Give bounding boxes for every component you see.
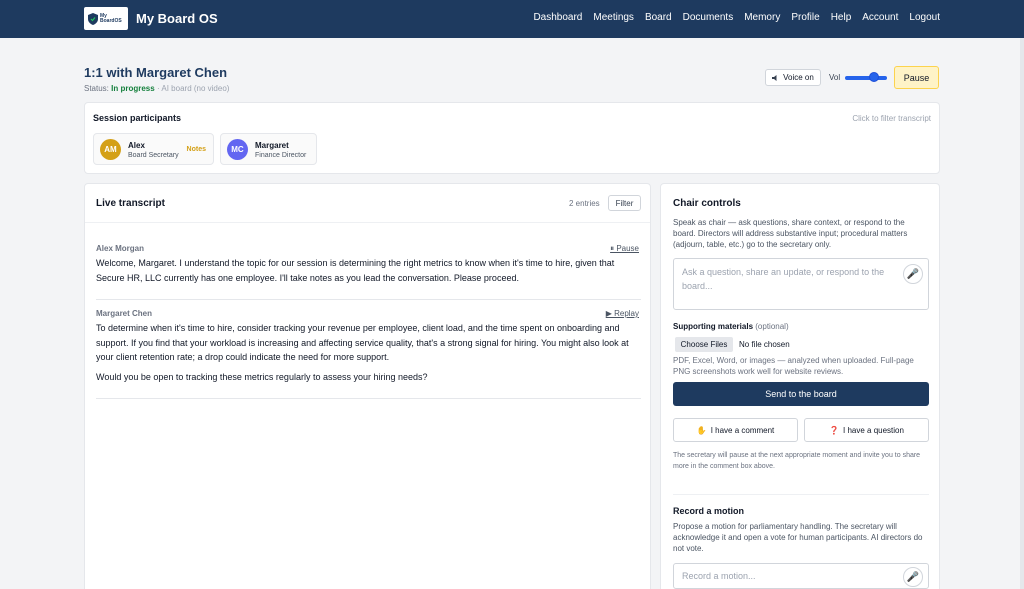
comment-label: I have a comment — [710, 425, 775, 435]
volume-slider-handle[interactable] — [869, 72, 879, 82]
nav-dashboard[interactable]: Dashboard — [533, 12, 582, 23]
nav-documents[interactable]: Documents — [683, 12, 734, 23]
filter-button[interactable]: Filter — [608, 195, 641, 211]
pause-button[interactable]: Pause — [894, 66, 939, 89]
nav-account[interactable]: Account — [862, 12, 898, 23]
divider — [673, 494, 929, 495]
logo-text-bottom: BoardOS — [100, 17, 122, 24]
motion-input[interactable]: Record a motion... 🎤 — [673, 563, 929, 589]
participant-chip-margaret[interactable]: MC Margaret Finance Director — [220, 133, 317, 165]
nav-logout[interactable]: Logout — [909, 12, 940, 23]
voice-label: Voice on — [783, 73, 814, 82]
chair-controls-panel: Chair controls Speak as chair — ask ques… — [660, 183, 940, 589]
materials-optional: (optional) — [755, 322, 789, 331]
materials-help: PDF, Excel, Word, or images — analyzed w… — [673, 356, 914, 376]
chair-description: Speak as chair — ask questions, share co… — [673, 218, 908, 249]
choose-files-button[interactable]: Choose Files — [675, 337, 733, 352]
shield-icon — [88, 12, 98, 25]
question-icon: ❓ — [829, 425, 840, 435]
motion-heading: Record a motion — [673, 506, 745, 516]
entry-pause-button[interactable]: ⏸ Pause — [610, 244, 639, 254]
participants-heading: Session participants — [93, 113, 182, 123]
status-label: Status: — [84, 84, 109, 93]
page-scrollbar[interactable] — [1020, 38, 1024, 589]
top-nav-bar: My BoardOS My Board OS Dashboard Meeting… — [0, 0, 1024, 38]
speaker-icon — [772, 74, 777, 81]
comment-button[interactable]: ✋ I have a comment — [673, 418, 798, 442]
motion-placeholder: Record a motion... — [682, 571, 756, 581]
nav-meetings[interactable]: Meetings — [593, 12, 634, 23]
app-logo[interactable]: My BoardOS — [84, 7, 128, 30]
participants-hint: Click to filter transcript — [852, 114, 931, 123]
participants-card: Session participants Click to filter tra… — [84, 102, 940, 174]
input-placeholder: Ask a question, share an update, or resp… — [682, 267, 885, 291]
volume-slider[interactable] — [845, 76, 887, 80]
entry-text: To determine when it's time to hire, con… — [96, 323, 629, 362]
volume-label: Vol — [829, 73, 841, 82]
question-label: I have a question — [843, 425, 904, 435]
session-mode: · AI board (no video) — [156, 84, 230, 93]
entry-replay-button[interactable]: ▶ Replay — [606, 309, 639, 318]
status-line: Status: In progress · AI board (no video… — [84, 84, 229, 93]
secretary-note: The secretary will pause at the next app… — [673, 452, 921, 470]
page-title: 1:1 with Margaret Chen — [84, 65, 228, 80]
participant-name: Alex — [128, 141, 145, 150]
participant-role: Board Secretary — [128, 152, 179, 159]
materials-label: Supporting materials (optional) — [673, 322, 789, 331]
transcript-panel: Live transcript 2 entries Filter Alex Mo… — [84, 183, 651, 589]
materials-label-text: Supporting materials — [673, 322, 754, 331]
entry-speaker: Margaret Chen — [96, 309, 153, 318]
transcript-count: 2 entries — [569, 199, 600, 208]
entry-text: Would you be open to tracking these metr… — [96, 372, 428, 382]
entry-speaker: Alex Morgan — [96, 244, 145, 253]
transcript-heading: Live transcript — [96, 198, 165, 209]
chair-message-input[interactable]: Ask a question, share an update, or resp… — [673, 258, 929, 310]
nav-board[interactable]: Board — [645, 12, 672, 23]
divider — [85, 222, 650, 223]
nav-memory[interactable]: Memory — [744, 12, 780, 23]
file-status: No file chosen — [739, 340, 790, 349]
participant-role: Finance Director — [255, 152, 307, 159]
send-to-board-button[interactable]: Send to the board — [673, 382, 929, 406]
voice-toggle-button[interactable]: Voice on — [765, 69, 821, 86]
participant-tag: Notes — [186, 146, 206, 153]
microphone-icon[interactable]: 🎤 — [903, 264, 923, 284]
motion-description: Propose a motion for parliamentary handl… — [673, 522, 923, 553]
question-button[interactable]: ❓ I have a question — [804, 418, 929, 442]
participant-chip-alex[interactable]: AM Alex Board Secretary Notes — [93, 133, 214, 165]
status-badge: In progress — [111, 84, 155, 93]
nav-profile[interactable]: Profile — [791, 12, 819, 23]
entry-text: Welcome, Margaret. I understand the topi… — [96, 258, 615, 283]
nav-help[interactable]: Help — [831, 12, 852, 23]
divider — [96, 398, 641, 399]
microphone-icon[interactable]: 🎤 — [903, 567, 923, 587]
brand-name[interactable]: My Board OS — [136, 11, 218, 26]
avatar: AM — [100, 139, 121, 160]
main-nav: Dashboard Meetings Board Documents Memor… — [533, 12, 940, 23]
hand-icon: ✋ — [696, 425, 707, 435]
divider — [96, 299, 641, 300]
participant-name: Margaret — [255, 141, 289, 150]
chair-heading: Chair controls — [673, 198, 741, 209]
avatar: MC — [227, 139, 248, 160]
